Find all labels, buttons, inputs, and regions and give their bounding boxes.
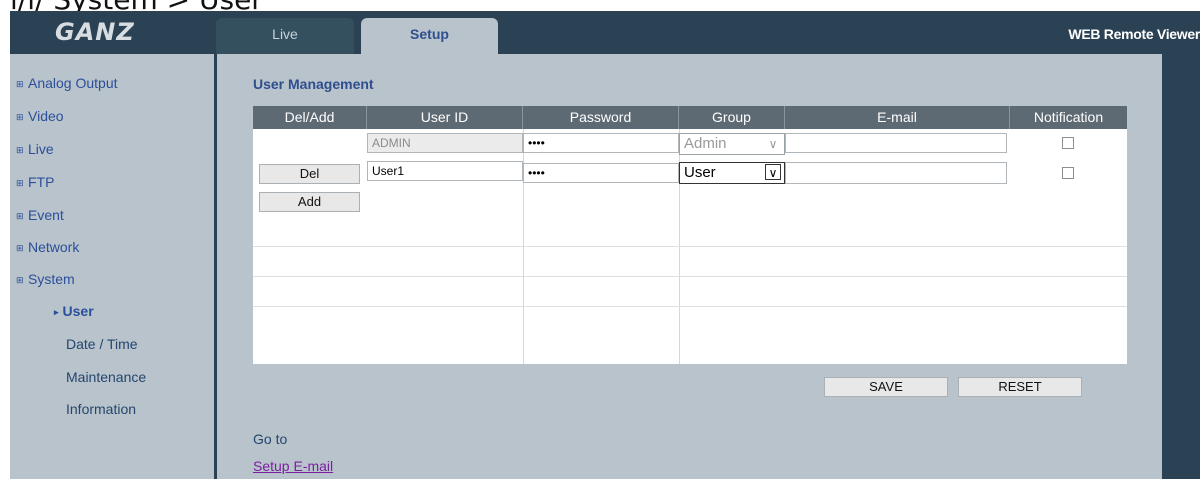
sidebar-subitem-date-time[interactable]: Date / Time xyxy=(66,336,138,352)
sidebar: ⊞ Analog Output ⊞ Video ⊞ Live ⊞ FTP ⊞ Event … xyxy=(10,54,214,479)
group-select: Admin ∨ xyxy=(679,133,785,155)
expand-icon: ⊞ xyxy=(16,145,24,155)
section-title: User Management xyxy=(253,76,374,92)
sidebar-item-label: Event xyxy=(28,207,64,223)
column-header: User ID xyxy=(367,106,523,129)
del-button[interactable]: Del xyxy=(259,164,360,184)
expand-icon: ⊞ xyxy=(16,211,24,221)
sidebar-item-ftp[interactable]: ⊞ FTP xyxy=(16,174,54,190)
column-header: Notification xyxy=(1033,109,1104,125)
sidebar-subitem-user[interactable]: ▸ User xyxy=(54,303,94,319)
email-field[interactable] xyxy=(785,133,1007,153)
row-divider xyxy=(253,276,1127,277)
expand-icon: ⊞ xyxy=(16,243,24,253)
sidebar-item-analog-output[interactable]: ⊞ Analog Output xyxy=(16,75,118,91)
main-content: User Management Del/Add User ID Password… xyxy=(217,54,1162,479)
top-bar: GANZ Live Setup WEB Remote Viewer xyxy=(10,11,1200,54)
column-header: Del/Add xyxy=(253,106,367,129)
setup-email-link[interactable]: Setup E-mail xyxy=(253,458,333,474)
notification-checkbox[interactable] xyxy=(1062,167,1074,179)
sidebar-item-label: Analog Output xyxy=(28,75,118,91)
table-header: Del/Add User ID Password Group E-mail No… xyxy=(253,106,1127,129)
expand-icon: ⊞ xyxy=(16,178,24,188)
column-header: Password xyxy=(523,106,679,129)
notification-checkbox[interactable] xyxy=(1062,137,1074,149)
viewer-title: WEB Remote Viewer xyxy=(1068,26,1200,42)
row-divider xyxy=(253,246,1127,247)
chevron-down-icon: ∨ xyxy=(768,137,778,151)
group-select-value: Admin xyxy=(684,135,727,152)
sidebar-item-system[interactable]: ⊞ System xyxy=(16,271,75,287)
chevron-down-icon: ∨ xyxy=(765,164,781,180)
expand-icon: ⊞ xyxy=(16,79,24,89)
user-table: Del/Add User ID Password Group E-mail No… xyxy=(253,106,1127,364)
ganz-logo: GANZ xyxy=(55,18,135,46)
row-divider xyxy=(253,306,1127,307)
tab-setup[interactable]: Setup xyxy=(361,18,498,54)
expand-icon: ⊞ xyxy=(16,275,24,285)
password-field[interactable]: •••• xyxy=(523,163,679,183)
user-id-field: ADMIN xyxy=(367,133,523,153)
sidebar-item-label: FTP xyxy=(28,174,55,190)
email-field[interactable] xyxy=(785,162,1007,184)
column-header: E-mail xyxy=(785,106,1010,129)
sidebar-item-label: Video xyxy=(28,108,64,124)
sidebar-item-label: Live xyxy=(28,141,54,157)
sidebar-item-event[interactable]: ⊞ Event xyxy=(16,207,64,223)
sidebar-item-live[interactable]: ⊞ Live xyxy=(16,141,54,157)
password-field[interactable]: •••• xyxy=(523,133,679,153)
reset-button[interactable]: RESET xyxy=(958,377,1082,397)
group-select[interactable]: User ∨ xyxy=(679,162,785,184)
save-button[interactable]: SAVE xyxy=(824,377,948,397)
group-select-value: User xyxy=(684,164,716,181)
tab-live[interactable]: Live xyxy=(216,18,354,54)
app-frame: GANZ Live Setup WEB Remote Viewer ⊞ Analo… xyxy=(10,11,1200,479)
sidebar-subitem-maintenance[interactable]: Maintenance xyxy=(66,369,146,385)
expand-icon: ⊞ xyxy=(16,112,24,122)
user-id-field[interactable]: User1 xyxy=(367,161,523,181)
add-button[interactable]: Add xyxy=(259,192,360,212)
sidebar-item-label: System xyxy=(28,271,75,287)
arrow-right-icon: ▸ xyxy=(54,307,59,317)
sidebar-item-label: Network xyxy=(28,239,80,255)
column-header: Group xyxy=(679,106,785,129)
sidebar-item-video[interactable]: ⊞ Video xyxy=(16,108,64,124)
goto-label: Go to xyxy=(253,431,288,447)
sidebar-subitem-information[interactable]: Information xyxy=(66,401,136,417)
sidebar-item-network[interactable]: ⊞ Network xyxy=(16,239,79,255)
sidebar-subitem-label: User xyxy=(62,303,94,319)
